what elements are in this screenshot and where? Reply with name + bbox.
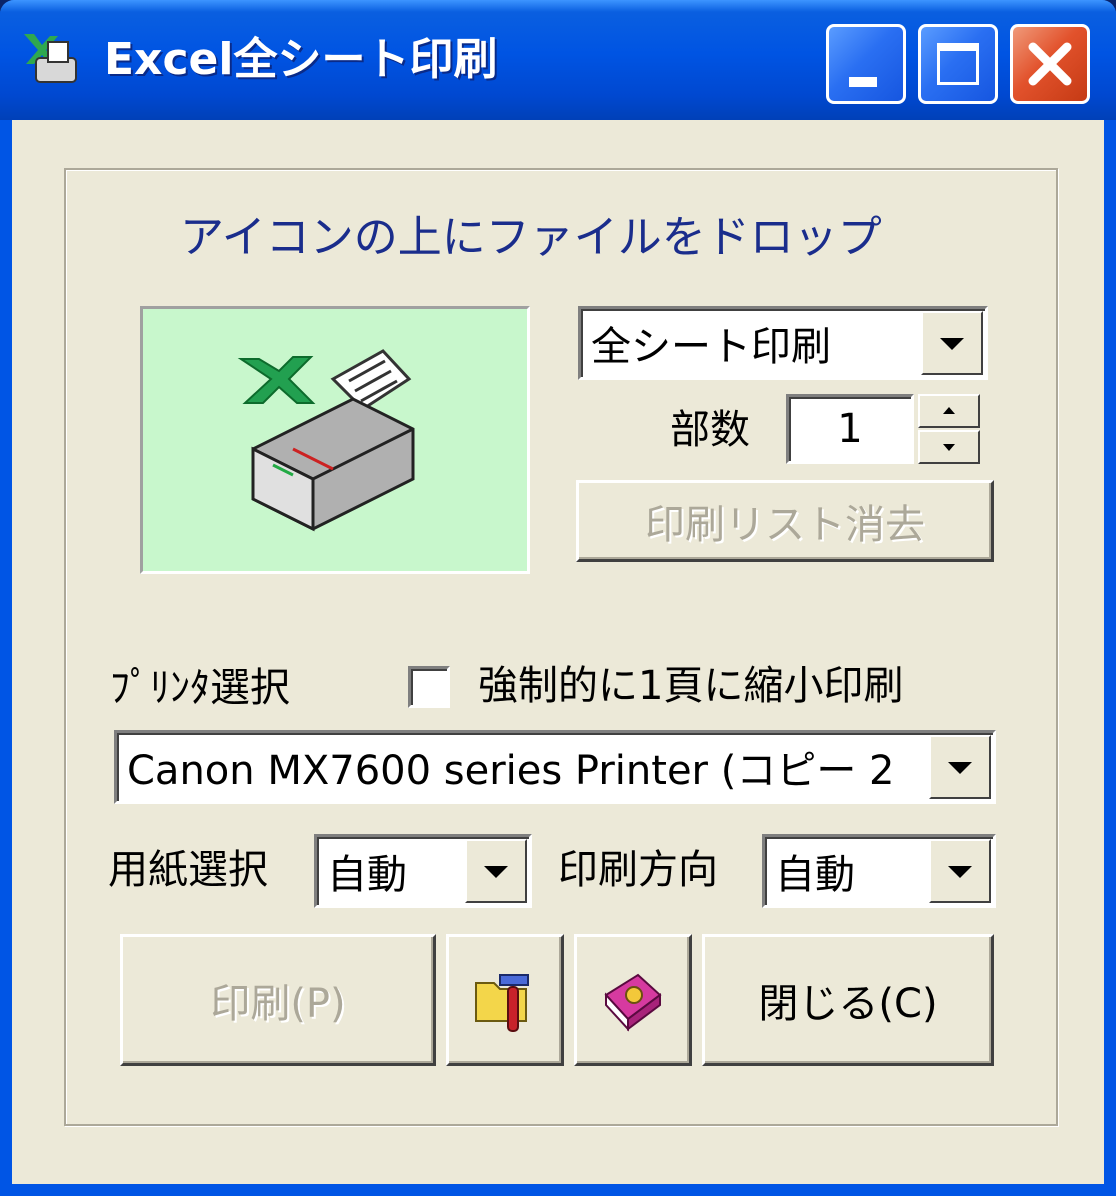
print-mode-value: 全シート印刷 — [591, 324, 831, 370]
paper-select[interactable]: 自動 — [314, 834, 532, 908]
chevron-down-icon[interactable] — [929, 839, 991, 903]
close-icon — [1028, 42, 1072, 86]
excel-printer-icon — [24, 34, 77, 83]
close-window-button[interactable] — [1010, 24, 1090, 104]
copies-decrement-button[interactable] — [918, 430, 980, 464]
shrink-to-one-page-label: 強制的に1頁に縮小印刷 — [478, 663, 904, 709]
copies-label: 部数 — [670, 407, 750, 453]
copies-increment-button[interactable] — [918, 394, 980, 428]
printer-select-value: Canon MX7600 series Printer (コピー 2 — [127, 748, 895, 794]
paper-select-value: 自動 — [327, 852, 407, 898]
chevron-down-icon[interactable] — [921, 311, 983, 375]
title-bar[interactable]: Excel全シート印刷 — [0, 0, 1116, 120]
minimize-button[interactable] — [826, 24, 906, 104]
maximize-icon — [937, 43, 979, 85]
window-title: Excel全シート印刷 — [104, 34, 498, 85]
orientation-select[interactable]: 自動 — [762, 834, 996, 908]
orientation-select-label: 印刷方向 — [558, 847, 718, 893]
excel-printer-icon — [237, 349, 415, 532]
printer-select-label: ﾌﾟﾘﾝﾀ選択 — [110, 665, 290, 711]
help-book-icon — [604, 973, 662, 1032]
paper-select-label: 用紙選択 — [108, 847, 268, 893]
chevron-down-icon[interactable] — [929, 735, 991, 799]
shrink-to-one-page-checkbox[interactable] — [408, 666, 450, 708]
dialog-client: アイコンの上にファイルをドロップ 全シート印刷 部数 1 印刷リスト消去 ﾌﾟﾘ… — [12, 120, 1104, 1184]
printer-select[interactable]: Canon MX7600 series Printer (コピー 2 — [114, 730, 996, 804]
settings-button[interactable] — [446, 934, 564, 1066]
file-drop-area[interactable] — [140, 306, 530, 574]
clear-print-list-button[interactable]: 印刷リスト消去 — [576, 480, 994, 562]
app-window: Excel全シート印刷 アイコンの上にファイルをドロップ 全シート印刷 部数 1… — [0, 0, 1116, 1196]
close-button[interactable]: 閉じる(C) — [702, 934, 994, 1066]
help-button[interactable] — [574, 934, 692, 1066]
copies-input[interactable]: 1 — [786, 394, 914, 464]
print-button[interactable]: 印刷(P) — [120, 934, 436, 1066]
maximize-button[interactable] — [918, 24, 998, 104]
orientation-select-value: 自動 — [775, 852, 855, 898]
chevron-down-icon[interactable] — [465, 839, 527, 903]
drop-hint-text: アイコンの上にファイルをドロップ — [180, 212, 882, 263]
minimize-icon — [849, 77, 877, 87]
folder-tools-icon — [475, 974, 529, 1032]
print-mode-select[interactable]: 全シート印刷 — [578, 306, 988, 380]
